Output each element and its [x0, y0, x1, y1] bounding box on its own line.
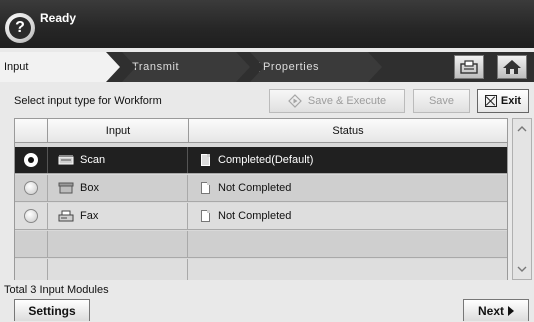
- status-header: ? Ready: [0, 0, 534, 48]
- chevron-up-icon: [517, 126, 527, 132]
- save-button[interactable]: Save: [413, 89, 470, 113]
- tab-properties-label: Properties: [263, 61, 320, 73]
- row-status-label: Not Completed: [218, 210, 292, 222]
- radio-unselected[interactable]: [24, 209, 38, 223]
- close-icon: [484, 95, 497, 107]
- row-input-label: Scan: [80, 154, 106, 166]
- row-input-label: Box: [80, 182, 99, 194]
- help-icon: ?: [9, 17, 31, 39]
- table-row-empty: [15, 231, 507, 258]
- tab-properties[interactable]: Properties: [250, 52, 382, 82]
- total-modules-text: Total 3 Input Modules: [4, 284, 109, 296]
- table-row[interactable]: Box Not Completed: [15, 175, 507, 202]
- table-header: Input Status: [15, 119, 507, 143]
- next-button[interactable]: Next: [463, 299, 529, 321]
- document-icon: [201, 182, 210, 194]
- next-label: Next: [477, 303, 504, 318]
- save-execute-label: Save & Execute: [307, 95, 387, 107]
- scroll-down-button[interactable]: [513, 259, 531, 279]
- instruction-text: Select input type for Workform: [14, 95, 162, 107]
- status-title: Ready: [40, 11, 77, 25]
- exit-button[interactable]: Exit: [477, 89, 529, 113]
- table-row[interactable]: Fax Not Completed: [15, 203, 507, 230]
- fax-icon: [58, 210, 74, 222]
- tray-icon: [460, 60, 478, 74]
- row-input-label: Fax: [80, 210, 99, 222]
- settings-button[interactable]: Settings: [14, 299, 90, 321]
- home-icon: [503, 60, 521, 74]
- radio-unselected[interactable]: [24, 181, 38, 195]
- document-icon: [201, 154, 210, 166]
- header-select: [15, 119, 48, 142]
- exit-label: Exit: [500, 95, 522, 107]
- radio-selected[interactable]: [24, 153, 38, 167]
- input-type-table: Input Status Scan Completed(Default) Box: [14, 118, 508, 280]
- box-icon: [58, 182, 74, 194]
- job-status-button[interactable]: [454, 55, 484, 79]
- scanner-icon: [58, 155, 74, 165]
- row-status-label: Completed(Default): [218, 154, 314, 166]
- document-icon: [201, 210, 210, 222]
- table-row-empty: [15, 259, 507, 280]
- settings-label: Settings: [28, 303, 76, 318]
- home-button[interactable]: [497, 55, 527, 79]
- execute-icon: [288, 94, 302, 108]
- tab-input-label: Input: [4, 61, 29, 73]
- table-scrollbar[interactable]: [512, 118, 532, 280]
- chevron-down-icon: [517, 266, 527, 272]
- tab-input[interactable]: Input: [0, 52, 120, 82]
- header-input: Input: [48, 119, 189, 142]
- table-row[interactable]: Scan Completed(Default): [15, 147, 507, 174]
- tab-transmit[interactable]: Transmit: [122, 52, 250, 82]
- header-status: Status: [332, 124, 364, 137]
- help-button[interactable]: ?: [5, 13, 35, 43]
- row-status-label: Not Completed: [218, 182, 292, 194]
- tab-transmit-label: Transmit: [132, 61, 180, 73]
- save-execute-button[interactable]: Save & Execute: [269, 89, 405, 113]
- scroll-up-button[interactable]: [513, 119, 531, 139]
- arrow-right-icon: [508, 305, 514, 316]
- save-label: Save: [428, 95, 455, 107]
- document-icon: [252, 62, 260, 72]
